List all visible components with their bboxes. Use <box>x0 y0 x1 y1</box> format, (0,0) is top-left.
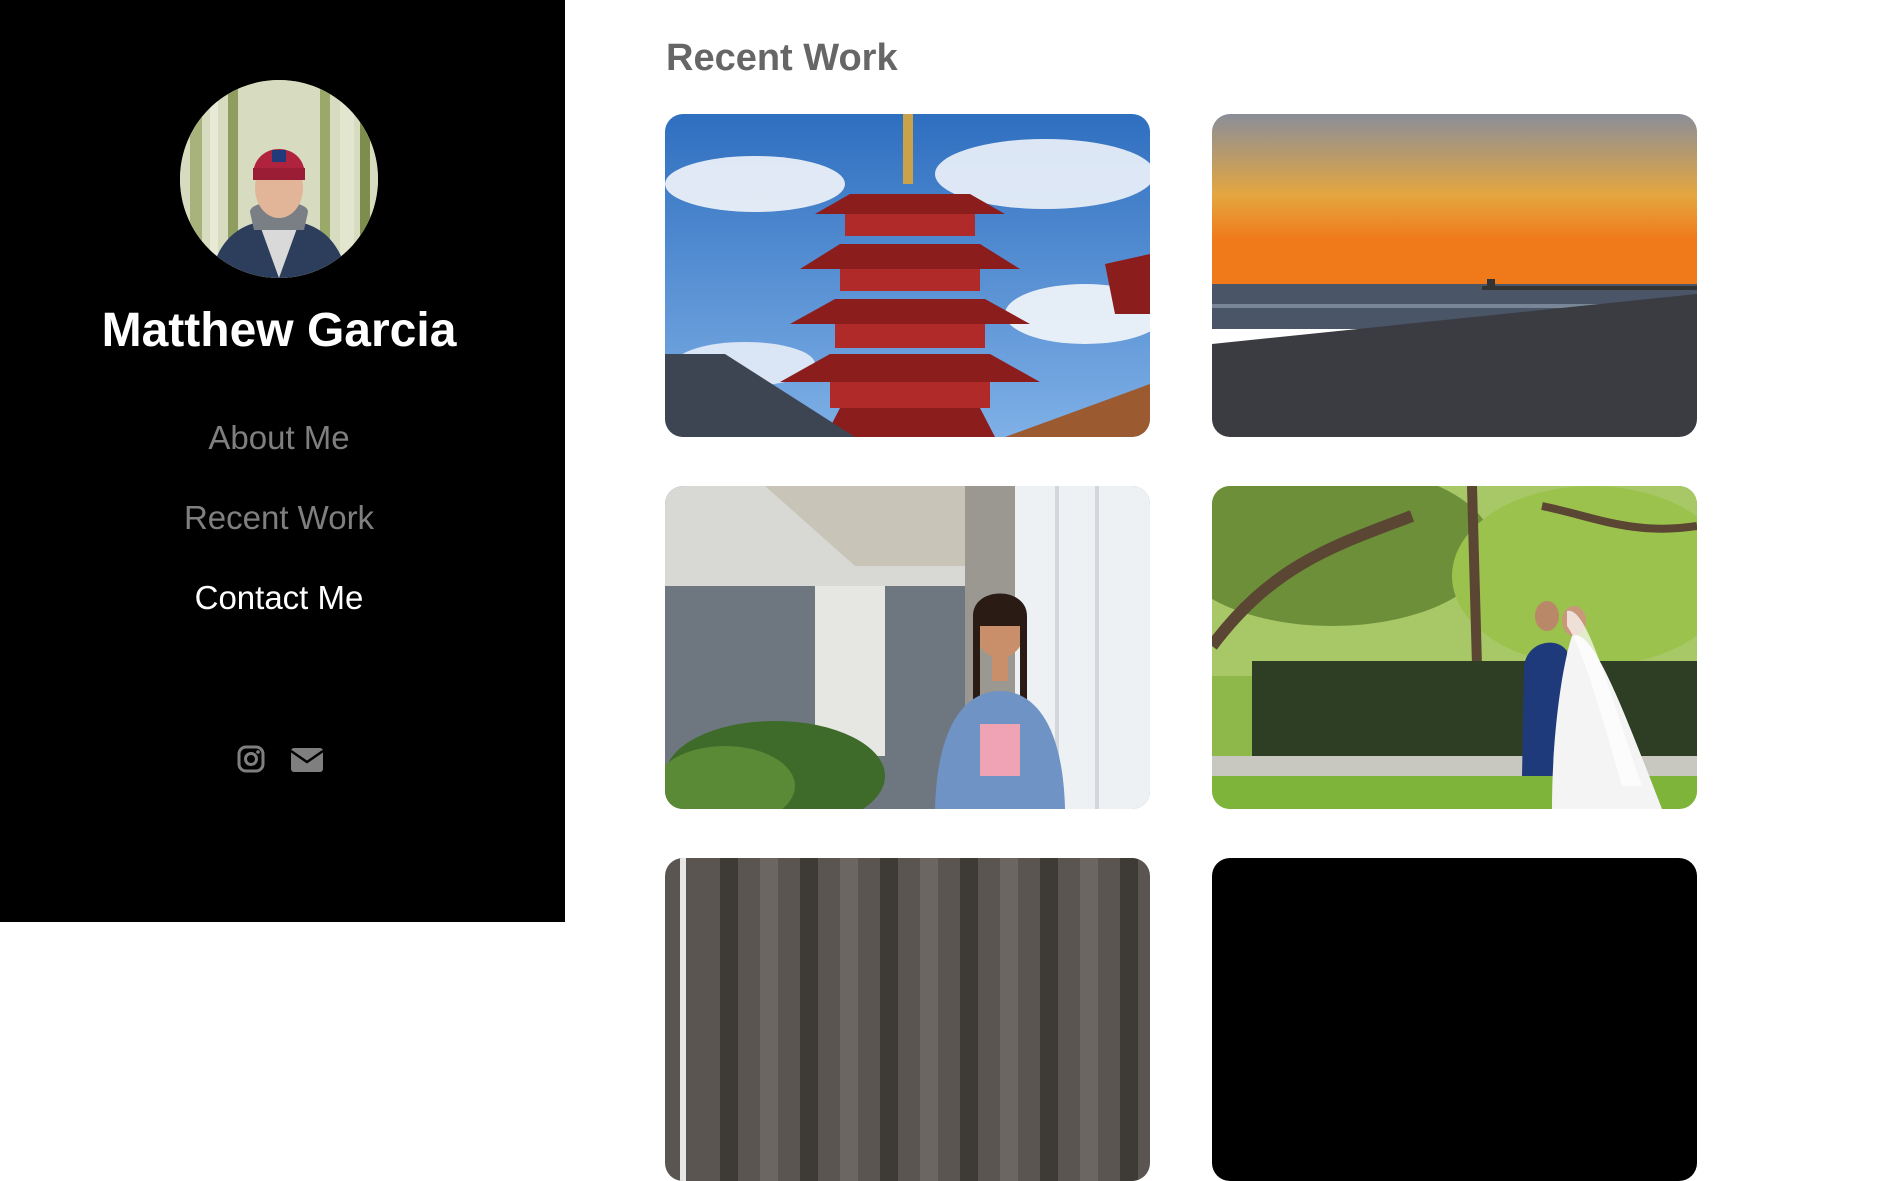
nav-recent-work[interactable]: Recent Work <box>0 498 558 538</box>
instagram-icon[interactable] <box>236 744 266 779</box>
gallery-item-wedding[interactable] <box>1212 486 1697 809</box>
envelope-icon[interactable] <box>290 744 324 779</box>
avatar <box>180 80 378 278</box>
sidebar: Matthew Garcia About Me Recent Work Cont… <box>0 0 565 922</box>
nav-contact-me[interactable]: Contact Me <box>0 578 558 618</box>
gallery-item-dark[interactable] <box>1212 858 1697 1181</box>
social-links <box>234 744 334 780</box>
owner-name: Matthew Garcia <box>101 304 457 357</box>
gallery-item-beach-sunset[interactable] <box>1212 114 1697 437</box>
page-title: Recent Work <box>666 37 898 79</box>
gallery-item-pagoda[interactable] <box>665 114 1150 437</box>
nav-about-me[interactable]: About Me <box>0 418 558 458</box>
gallery-item-portrait[interactable] <box>665 486 1150 809</box>
gallery-item-fence[interactable] <box>665 858 1150 1181</box>
